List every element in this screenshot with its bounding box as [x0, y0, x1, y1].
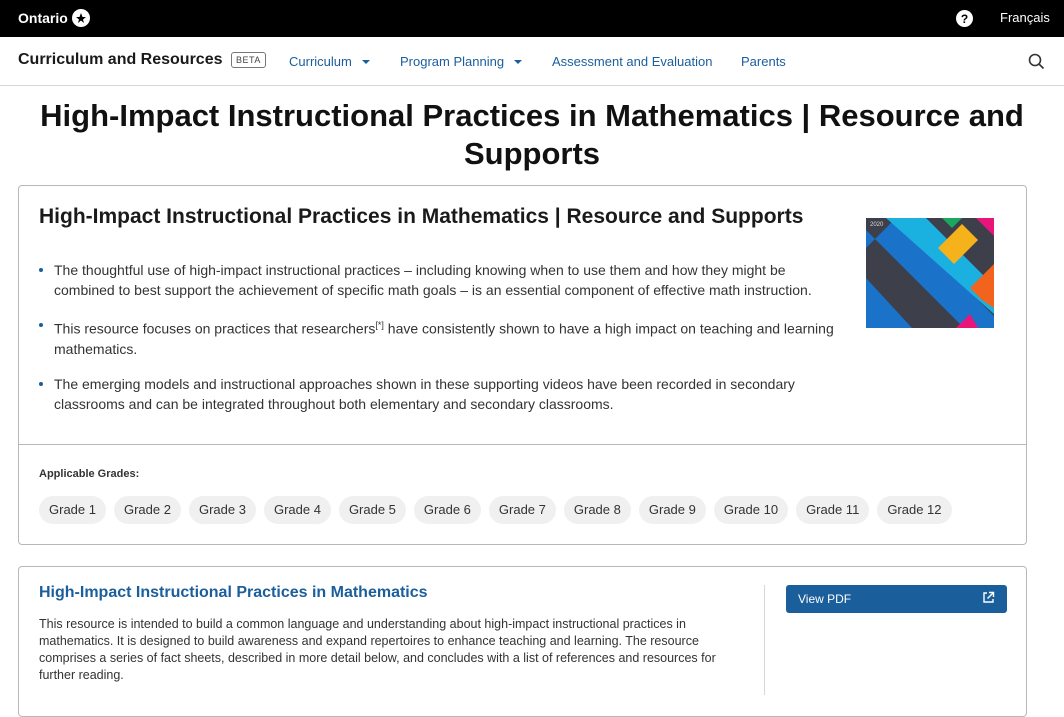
ontario-logo-text: Ontario — [18, 10, 68, 26]
nav-parents[interactable]: Parents — [741, 54, 786, 69]
grade-tag[interactable]: Grade 8 — [563, 496, 631, 524]
grade-tag[interactable]: Grade 9 — [638, 496, 706, 524]
summary-bullet-1: The thoughtful use of high-impact instru… — [39, 260, 839, 300]
summary-bullet-3: The emerging models and instructional ap… — [39, 374, 839, 414]
ontario-topbar: Ontario ? Français — [0, 0, 1064, 37]
grade-tag[interactable]: Grade 6 — [413, 496, 481, 524]
nav-curriculum[interactable]: Curriculum — [289, 54, 370, 69]
chevron-down-icon — [361, 59, 370, 64]
applicable-grades-label: Applicable Grades: — [39, 468, 140, 480]
grade-tag[interactable]: Grade 5 — [338, 496, 406, 524]
help-icon[interactable]: ? — [956, 10, 973, 27]
resource-summary-card: High-Impact Instructional Practices in M… — [18, 185, 1027, 545]
search-icon[interactable] — [1028, 53, 1045, 75]
ontario-logo[interactable]: Ontario — [18, 9, 90, 27]
grade-tag[interactable]: Grade 4 — [263, 496, 331, 524]
grade-tag[interactable]: Grade 12 — [877, 496, 952, 524]
chevron-down-icon — [514, 59, 523, 64]
resource-cover-image: 2020 — [866, 218, 994, 328]
cover-year-label: 2020 — [870, 222, 884, 228]
main-navbar: Curriculum and Resources BETA Curriculum… — [0, 37, 1064, 86]
nav-program-planning[interactable]: Program Planning — [400, 54, 523, 69]
grade-tag[interactable]: Grade 7 — [488, 496, 556, 524]
summary-bullet-2: This resource focuses on practices that … — [39, 315, 839, 359]
grade-tag-list: Grade 1 Grade 2 Grade 3 Grade 4 Grade 5 … — [39, 496, 952, 524]
grade-tag[interactable]: Grade 3 — [188, 496, 256, 524]
nav-assessment-evaluation-label: Assessment and Evaluation — [552, 54, 713, 69]
summary-card-title: High-Impact Instructional Practices in M… — [39, 205, 804, 228]
view-pdf-label: View PDF — [798, 592, 852, 606]
card-divider — [19, 444, 1026, 445]
grade-tag[interactable]: Grade 11 — [796, 496, 870, 524]
nav-curriculum-label: Curriculum — [289, 54, 352, 69]
resource-document-title[interactable]: High-Impact Instructional Practices in M… — [39, 584, 428, 602]
card-column-divider — [764, 585, 765, 695]
summary-bullet-2-text-a: This resource focuses on practices that … — [54, 320, 376, 337]
external-link-icon — [982, 591, 995, 607]
resource-document-card: High-Impact Instructional Practices in M… — [18, 566, 1027, 717]
footnote-ref-link[interactable]: [*] — [375, 320, 384, 330]
nav-program-planning-label: Program Planning — [400, 54, 505, 69]
grade-tag[interactable]: Grade 1 — [39, 496, 106, 524]
site-brand[interactable]: Curriculum and Resources — [18, 51, 223, 69]
summary-bullet-list: The thoughtful use of high-impact instru… — [39, 260, 839, 429]
resource-document-description: This resource is intended to build a com… — [39, 617, 716, 682]
grade-tag[interactable]: Grade 2 — [113, 496, 181, 524]
nav-parents-label: Parents — [741, 54, 786, 69]
grade-tag[interactable]: Grade 10 — [713, 496, 789, 524]
beta-badge: BETA — [231, 52, 266, 68]
trillium-icon — [71, 9, 90, 27]
language-toggle-link[interactable]: Français — [1000, 10, 1050, 25]
view-pdf-button[interactable]: View PDF — [786, 585, 1007, 613]
nav-assessment-evaluation[interactable]: Assessment and Evaluation — [552, 54, 712, 69]
page-title: High-Impact Instructional Practices in M… — [40, 98, 1024, 171]
